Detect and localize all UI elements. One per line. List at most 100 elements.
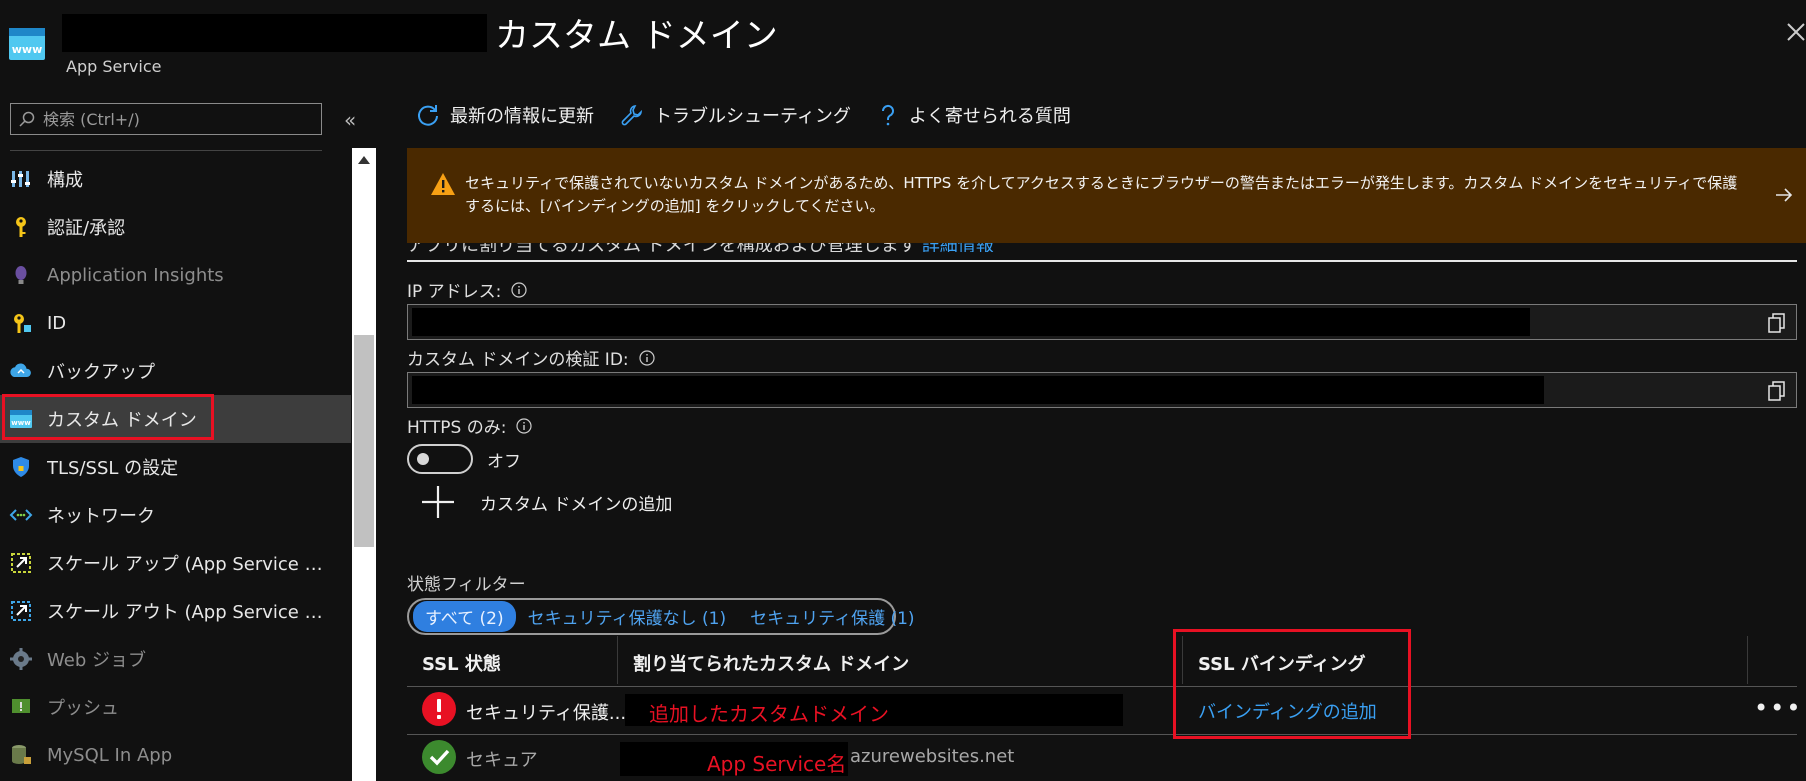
sidebar-item-configuration[interactable]: 構成 (0, 155, 351, 203)
sidebar-scroll-thumb[interactable] (354, 335, 374, 547)
https-only-label: HTTPS のみ: (407, 413, 533, 438)
key-icon (9, 215, 33, 239)
page-title: カスタム ドメイン (495, 16, 778, 56)
sidebar-item-label: 認証/承認 (47, 218, 126, 239)
warning-banner[interactable]: セキュリティで保護されていないカスタム ドメインがあるため、HTTPS を介して… (407, 148, 1806, 243)
https-only-label-text: HTTPS のみ: (407, 418, 507, 438)
network-icon (9, 503, 33, 527)
cloud-backup-icon (9, 359, 33, 383)
domain-suffix: azurewebsites.net (850, 746, 1015, 767)
sidebar-item-label: スケール アウト (App Service のプ... (47, 602, 329, 623)
page-subtitle: App Service (66, 57, 162, 76)
sidebar-item-label: ID (47, 312, 67, 334)
sidebar-item-scale-out[interactable]: スケール アウト (App Service のプ... (0, 587, 351, 635)
push-icon (9, 695, 33, 719)
error-status-icon (422, 692, 456, 726)
add-custom-domain-button[interactable]: カスタム ドメインの追加 (420, 484, 672, 520)
description-text: アプリに割り当てるカスタム ドメインを構成および管理します (407, 243, 917, 252)
ssl-state-cell: セキュア (466, 750, 538, 771)
column-header-ssl-state[interactable]: SSL 状態 (422, 650, 501, 676)
copy-icon[interactable] (1768, 381, 1786, 401)
wrench-icon (620, 103, 654, 127)
scale-out-icon (9, 599, 33, 623)
sidebar-item-auth[interactable]: 認証/承認 (0, 203, 351, 251)
sidebar-item-network[interactable]: ネットワーク (0, 491, 351, 539)
sidebar-item-scale-up[interactable]: スケール アップ (App Service のプ... (0, 539, 351, 587)
ip-address-label-text: IP アドレス: (407, 282, 502, 302)
troubleshoot-button[interactable]: トラブルシューティング (620, 102, 851, 128)
learn-more-link[interactable]: 詳細情報 (922, 243, 994, 252)
verification-id-label: カスタム ドメインの検証 ID: (407, 345, 655, 370)
svg-text:www: www (12, 43, 43, 56)
troubleshoot-label: トラブルシューティング (654, 106, 851, 127)
arrow-right-icon[interactable] (1774, 185, 1794, 205)
add-custom-domain-label: カスタム ドメインの追加 (480, 494, 673, 515)
highlight-box-custom-domains (2, 394, 214, 440)
sidebar-divider (10, 150, 322, 151)
sidebar-menu: 構成 認証/承認 Application Insights ID バックアップ … (0, 155, 351, 779)
settings-bars-icon (9, 167, 33, 191)
verification-id-field[interactable] (407, 372, 1797, 408)
table-header-divider (407, 686, 1797, 687)
https-only-state: オフ (487, 452, 521, 472)
sidebar-item-identity[interactable]: ID (0, 299, 351, 347)
sidebar-item-label: 構成 (47, 170, 83, 191)
sidebar-search[interactable] (10, 103, 322, 135)
warning-icon (430, 172, 456, 196)
column-header-domain[interactable]: 割り当てられたカスタム ドメイン (633, 650, 909, 676)
redacted-verification-id (412, 376, 1544, 404)
filter-all[interactable]: すべて (2) (413, 601, 516, 632)
sidebar-item-push[interactable]: プッシュ (0, 683, 351, 731)
sidebar-item-tls-ssl[interactable]: TLS/SSL の設定 (0, 443, 351, 491)
search-icon (19, 111, 35, 127)
copy-icon[interactable] (1768, 313, 1786, 333)
sidebar-item-label: バックアップ (47, 362, 155, 383)
refresh-label: 最新の情報に更新 (450, 106, 594, 127)
plus-icon (422, 486, 454, 518)
checkmark-status-icon (422, 740, 456, 774)
shield-icon (9, 455, 33, 479)
more-options-button[interactable]: ••• (1754, 694, 1802, 722)
warning-banner-text: セキュリティで保護されていないカスタム ドメインがあるため、HTTPS を介して… (465, 174, 1738, 215)
column-divider (1747, 636, 1748, 684)
faq-label: よく寄せられる質問 (908, 106, 1071, 127)
sidebar-item-label: Application Insights (47, 264, 224, 286)
sidebar-item-label: ネットワーク (47, 506, 155, 527)
sidebar-item-backup[interactable]: バックアップ (0, 347, 351, 395)
ip-address-field[interactable] (407, 304, 1797, 340)
sidebar-item-mysql-in-app[interactable]: MySQL In App (0, 731, 351, 779)
scale-up-icon (9, 551, 33, 575)
toggle-knob (417, 453, 429, 465)
https-only-toggle[interactable] (407, 444, 473, 474)
sidebar-item-application-insights[interactable]: Application Insights (0, 251, 351, 299)
gear-icon (9, 647, 33, 671)
sidebar-item-webjobs[interactable]: Web ジョブ (0, 635, 351, 683)
status-filter-label: 状態フィルター (407, 575, 526, 595)
close-icon[interactable] (1786, 22, 1806, 42)
refresh-button[interactable]: 最新の情報に更新 (416, 102, 594, 128)
info-icon (639, 349, 655, 366)
database-icon (9, 743, 33, 767)
section-divider (407, 260, 1797, 262)
sidebar-item-label: プッシュ (47, 698, 119, 719)
filter-secure[interactable]: セキュリティ保護 (1) (738, 601, 926, 632)
redacted-ip-address (412, 308, 1530, 336)
highlight-box-ssl-binding (1173, 629, 1411, 739)
faq-button[interactable]: よく寄せられる質問 (877, 102, 1071, 128)
column-divider (617, 636, 618, 684)
sidebar-item-label: MySQL In App (47, 744, 173, 766)
sidebar-item-label: TLS/SSL の設定 (47, 458, 179, 479)
identity-key-icon (9, 311, 33, 335)
domain-annotation: 追加したカスタムドメイン (649, 702, 889, 726)
info-icon (516, 417, 533, 434)
app-service-name-annotation: App Service名 (707, 752, 847, 776)
info-icon (511, 281, 528, 298)
description-line: アプリに割り当てるカスタム ドメインを構成および管理します 詳細情報 (407, 243, 1797, 252)
search-input[interactable] (41, 108, 315, 130)
question-mark-icon (877, 103, 909, 127)
verification-id-label-text: カスタム ドメインの検証 ID: (407, 350, 629, 370)
collapse-sidebar-button[interactable]: « (344, 108, 356, 132)
command-bar: 最新の情報に更新 トラブルシューティング よく寄せられる質問 (416, 102, 1097, 128)
filter-not-secure[interactable]: セキュリティ保護なし (1) (516, 601, 738, 632)
scroll-up-arrow-icon[interactable] (357, 155, 371, 165)
